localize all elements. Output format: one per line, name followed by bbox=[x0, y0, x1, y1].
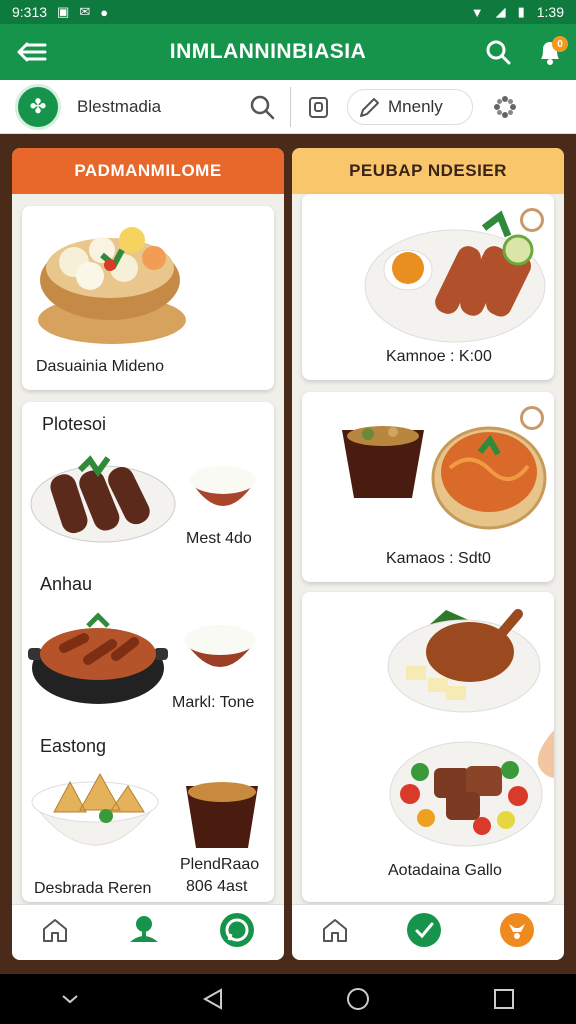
menu-button[interactable] bbox=[0, 24, 64, 80]
copy-button[interactable] bbox=[299, 87, 339, 127]
app-title: INMLANNINBIASIA bbox=[169, 40, 367, 63]
search-input[interactable]: Blestmadia bbox=[77, 97, 242, 117]
tab-places[interactable] bbox=[127, 914, 161, 951]
search-icon bbox=[486, 40, 511, 65]
battery-icon: ▮ bbox=[517, 4, 525, 19]
section-caption-1: Mest 4do bbox=[186, 530, 252, 547]
collapse-chevron-icon[interactable] bbox=[60, 992, 80, 1006]
status-time: 9:313 bbox=[12, 4, 48, 20]
notifications-button[interactable]: 0 bbox=[524, 24, 576, 80]
menu-filter-label: Mnenly bbox=[388, 96, 443, 116]
more-options-button[interactable] bbox=[485, 87, 525, 127]
featured-dish-caption: Dasuainia Mideno bbox=[36, 358, 165, 375]
wifi-icon: ▼ bbox=[470, 4, 484, 20]
steamer-basket-image bbox=[38, 227, 186, 344]
section-caption-2: Markl: Tone bbox=[172, 694, 255, 711]
tab-profile[interactable] bbox=[499, 912, 535, 953]
brand-logo: ✤ bbox=[15, 83, 61, 130]
left-tab-bar bbox=[12, 904, 284, 960]
grilled-skewers-image[interactable] bbox=[28, 450, 178, 546]
dish-card-2[interactable]: Kamaos : Sdt0 bbox=[302, 392, 554, 582]
section-caption-3: Desbrada Reren bbox=[34, 880, 152, 897]
search-icon bbox=[250, 95, 275, 119]
noodle-bowl-image bbox=[431, 426, 547, 530]
whatsapp-icon bbox=[220, 913, 254, 947]
tab-home[interactable] bbox=[41, 916, 69, 949]
left-panel-header: PADMANMILOME bbox=[12, 148, 284, 194]
stew-pot-image[interactable] bbox=[28, 608, 168, 708]
recents-square-icon[interactable] bbox=[492, 987, 516, 1011]
rice-bowl-image[interactable] bbox=[180, 618, 260, 684]
home-icon bbox=[43, 919, 67, 942]
fox-icon bbox=[500, 913, 535, 947]
dish-card-3-caption: Aotadaina Gallo bbox=[388, 862, 502, 879]
app-bar: INMLANNINBIASIA 0 bbox=[0, 24, 576, 80]
status-bar: 9:313 ▣ ✉ ● ▼ ◢ ▮ 1:39 bbox=[0, 0, 576, 24]
section-title-1: Plotesoi bbox=[42, 414, 107, 434]
signal-icon: ◢ bbox=[495, 4, 506, 19]
featured-dish-card[interactable]: Dasuainia Mideno bbox=[22, 206, 274, 390]
search-field-button[interactable] bbox=[242, 87, 282, 127]
right-tab-bar bbox=[292, 904, 564, 960]
dish-card-1[interactable]: Kamnoe : K:00 bbox=[302, 194, 554, 380]
divider bbox=[290, 86, 291, 127]
tab-home[interactable] bbox=[321, 916, 349, 949]
home-circle-icon[interactable] bbox=[345, 986, 371, 1012]
roast-chicken-image bbox=[387, 609, 541, 713]
back-icon[interactable] bbox=[201, 987, 225, 1011]
rice-bowl-image[interactable] bbox=[186, 458, 260, 524]
search-button[interactable] bbox=[472, 24, 524, 80]
tab-chat[interactable] bbox=[219, 912, 255, 953]
menu-filter-pill[interactable]: Mnenly bbox=[347, 88, 473, 125]
content-area: PADMANMILOME Dasuainia Mideno Plotesoi M… bbox=[0, 134, 576, 974]
status-clock: 1:39 bbox=[536, 4, 564, 20]
dish-card-1-caption: Kamnoe : K:00 bbox=[386, 348, 492, 365]
left-panel: PADMANMILOME Dasuainia Mideno Plotesoi M… bbox=[12, 148, 284, 960]
sausage-plate-image bbox=[364, 210, 546, 343]
dumplings-bowl-image[interactable] bbox=[30, 768, 160, 864]
mail-notification-icon: ✉ bbox=[79, 4, 91, 19]
grilled-vegetable-platter-image bbox=[389, 741, 543, 847]
stir-fry-bowl-image[interactable] bbox=[182, 776, 262, 852]
section-caption-3-line1: PlendRaao bbox=[180, 856, 260, 873]
copy-icon bbox=[309, 96, 328, 118]
menu-arrow-icon bbox=[17, 42, 47, 62]
system-navigation-bar bbox=[0, 974, 576, 1024]
dish-card-3[interactable]: Aotadaina Gallo bbox=[302, 592, 554, 902]
tab-check[interactable] bbox=[406, 912, 442, 953]
dots-grid-icon bbox=[494, 95, 516, 118]
check-circle-icon bbox=[406, 913, 441, 947]
stir-fry-bowl-image bbox=[342, 426, 424, 498]
section-title-2: Anhau bbox=[40, 574, 93, 594]
right-panel: PEUBAP NDESIER Kamnoe : K:00 Kamaos: Sd… bbox=[292, 148, 564, 960]
hand-icon bbox=[537, 730, 554, 778]
notification-badge: 0 bbox=[552, 36, 568, 52]
gallery-notification-icon: ▣ bbox=[57, 4, 70, 19]
leaf-logo-icon: ✤ bbox=[29, 96, 47, 118]
location-notification-icon: ● bbox=[100, 4, 109, 20]
search-row: ✤ Blestmadia Mnenly bbox=[0, 80, 576, 134]
section-title-3: Eastong bbox=[40, 736, 107, 756]
right-panel-header: PEUBAP NDESIER bbox=[292, 148, 564, 194]
pen-icon bbox=[360, 97, 379, 117]
home-icon bbox=[322, 919, 347, 942]
tree-icon bbox=[130, 916, 158, 942]
dish-card-2-caption: Kamaos : Sdt0 bbox=[386, 550, 491, 567]
dish-list-card: Plotesoi Mest 4do Anhau Markl: Tone East… bbox=[22, 402, 274, 902]
section-caption-3-line2: 806 4ast bbox=[186, 878, 248, 895]
